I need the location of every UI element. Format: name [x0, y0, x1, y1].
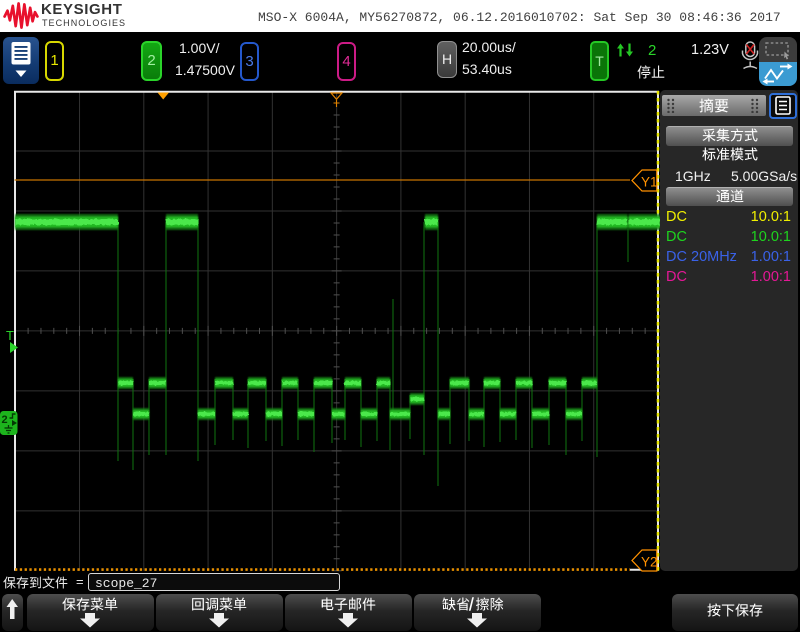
svg-text:T: T [6, 328, 14, 343]
svg-text:Y2: Y2 [641, 555, 658, 570]
svg-text:2: 2 [2, 414, 8, 426]
svg-text:Y1: Y1 [641, 175, 658, 190]
